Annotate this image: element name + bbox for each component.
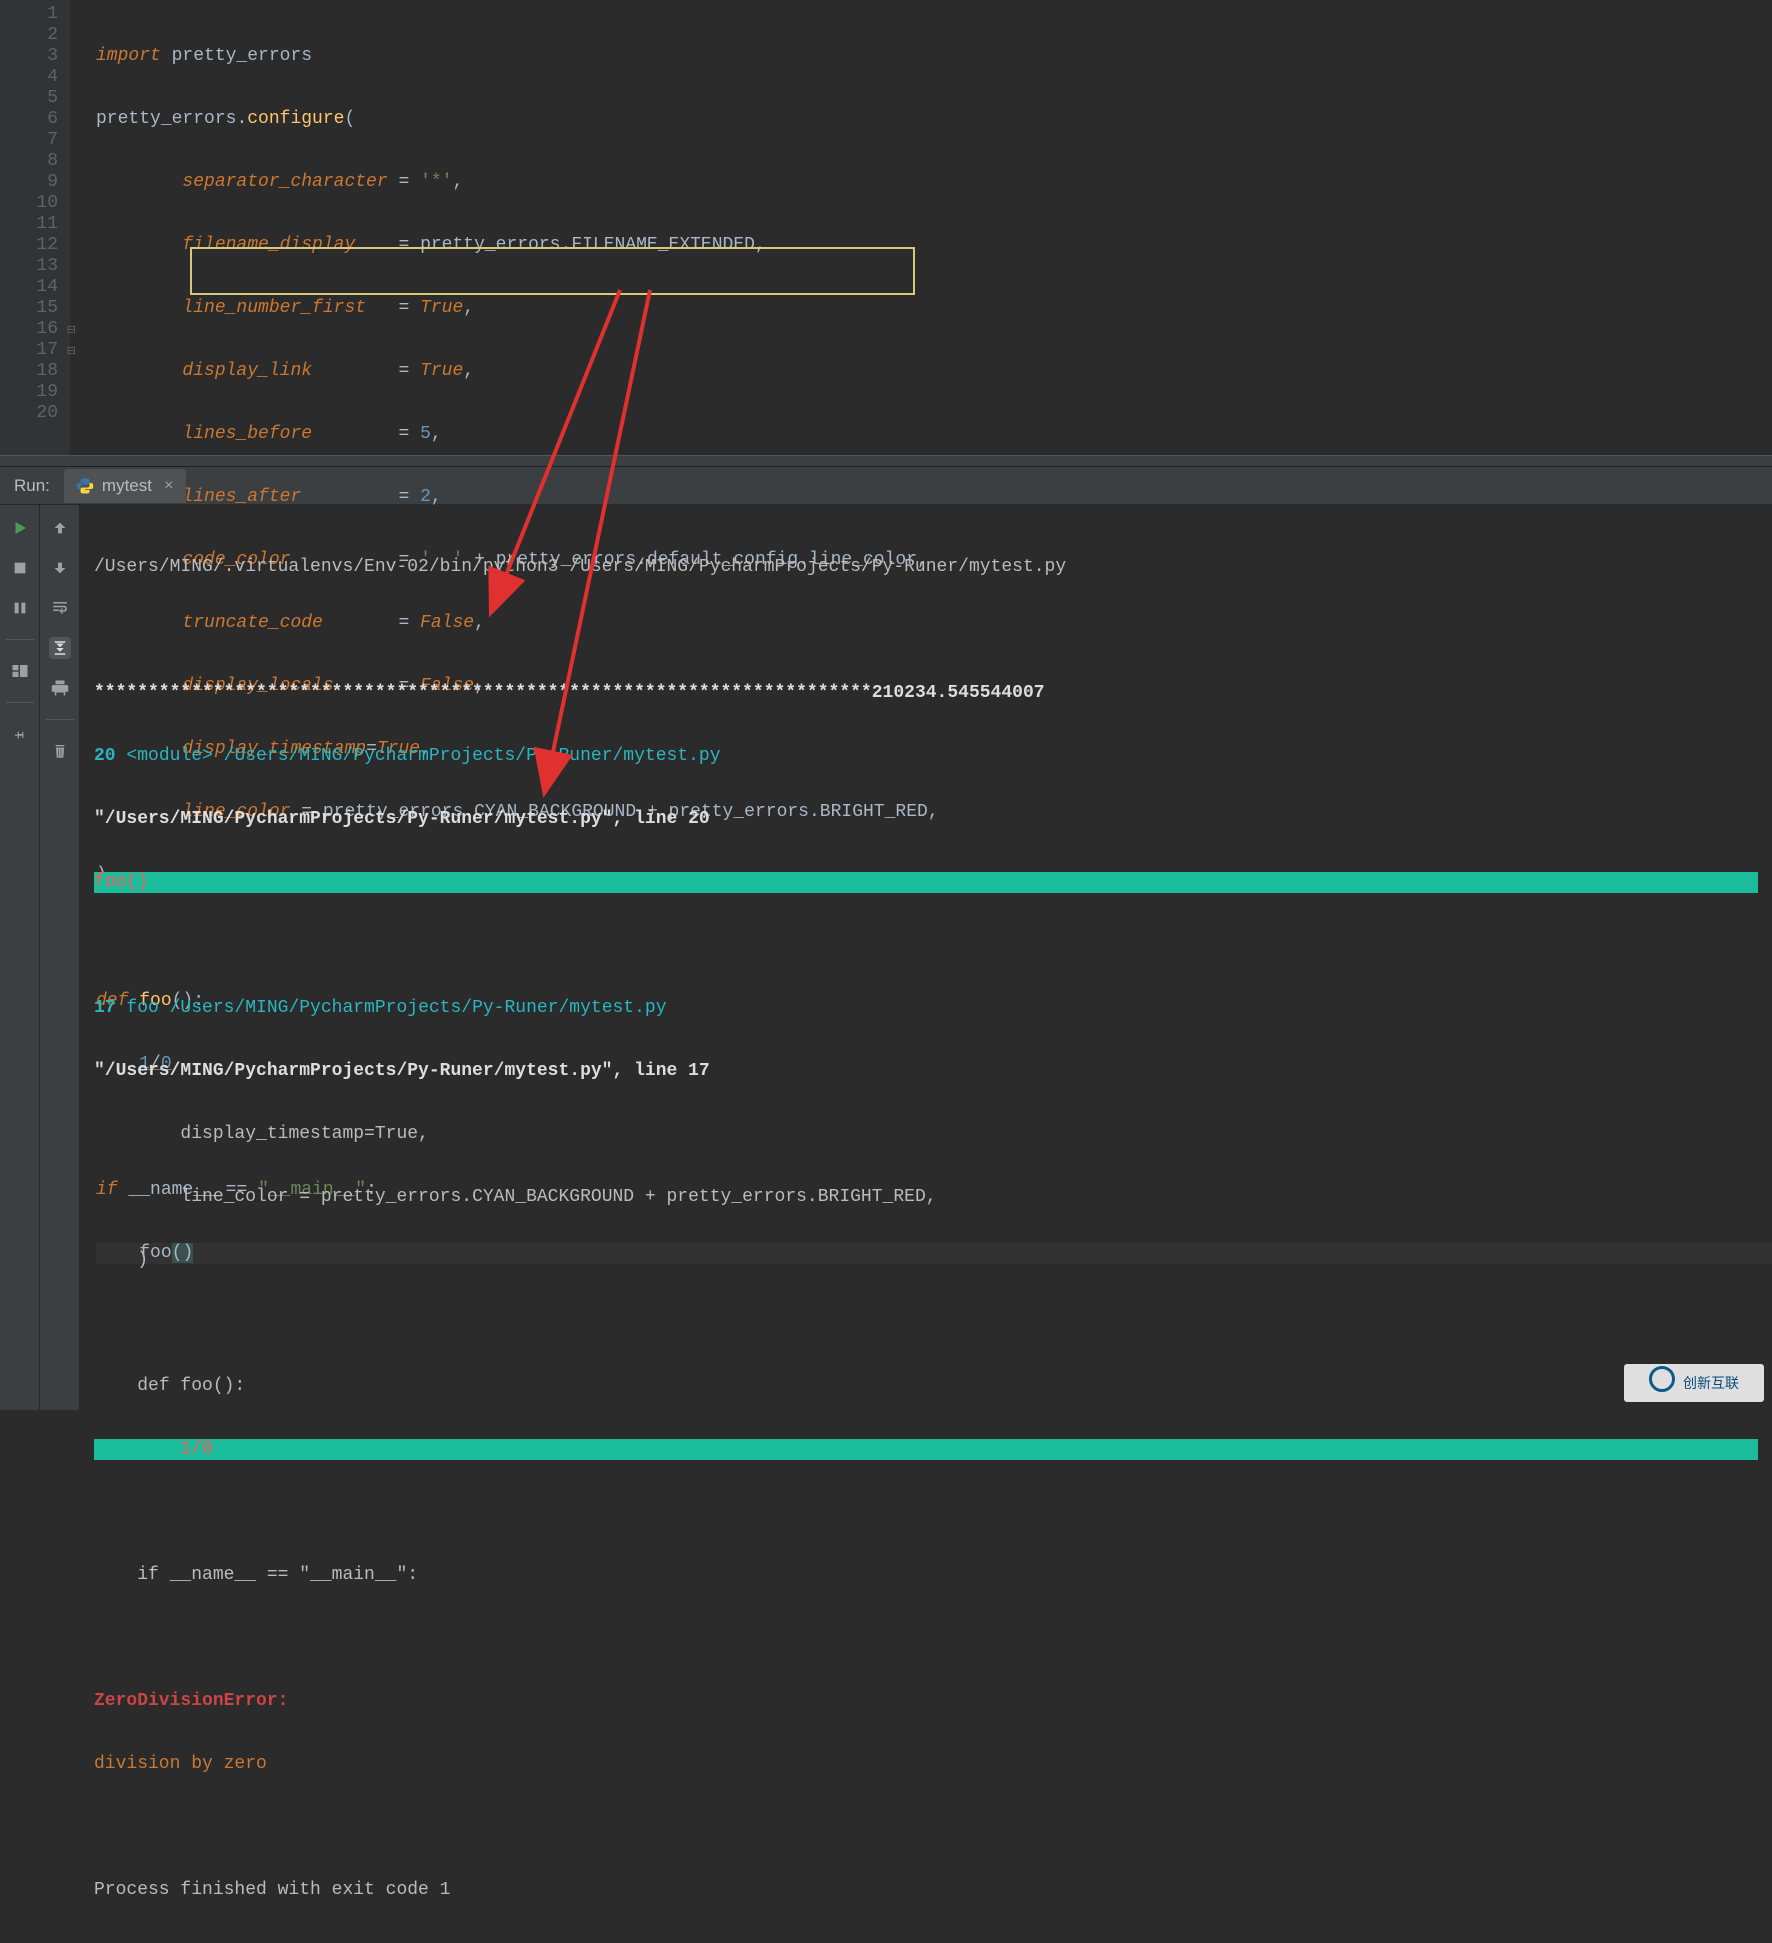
trash-button[interactable] (49, 740, 71, 762)
console-blank (94, 620, 1758, 641)
wrap-text-button[interactable] (49, 597, 71, 619)
line-number: 1 (0, 4, 58, 25)
console-error-message: division by zero (94, 1754, 1758, 1775)
line-number: 12 (0, 235, 58, 256)
line-number: 20 (0, 403, 58, 424)
line-number: 10 (0, 193, 58, 214)
console-line: "/Users/MING/PycharmProjects/Py-Runer/my… (94, 1061, 1758, 1082)
pin-button[interactable] (9, 723, 31, 745)
line-number: 18 (0, 361, 58, 382)
toolbar-separator (6, 702, 34, 703)
line-number: 17⊟ (0, 340, 58, 361)
console-line: 17 foo /Users/MING/PycharmProjects/Py-Ru… (94, 998, 1758, 1019)
console-blank (94, 1313, 1758, 1334)
console-blank (94, 1628, 1758, 1649)
console-exit-line: Process finished with exit code 1 (94, 1880, 1758, 1901)
print-button[interactable] (49, 677, 71, 699)
console-blank (94, 1502, 1758, 1523)
console-line: line_color = pretty_errors.CYAN_BACKGROU… (94, 1187, 1758, 1208)
console-line: def foo(): (94, 1376, 1758, 1397)
console-blank (94, 1817, 1758, 1838)
line-number: 13 (0, 256, 58, 277)
line-number: 6 (0, 109, 58, 130)
toolbar-separator (46, 719, 74, 720)
console-highlighted-line: foo() (94, 872, 1758, 893)
console-line: ****************************************… (94, 683, 1758, 704)
code-editor[interactable]: 1 2 3 4 5 6 7 8 9 10 11 12 13 14 15 16⊟ … (0, 0, 1772, 455)
python-icon (76, 477, 94, 495)
run-toolbar-primary (0, 505, 40, 1410)
line-number: 2 (0, 25, 58, 46)
console-line: if __name__ == "__main__": (94, 1565, 1758, 1586)
console-error-name: ZeroDivisionError: (94, 1691, 1758, 1712)
down-stack-button[interactable] (49, 557, 71, 579)
rerun-button[interactable] (9, 517, 31, 539)
console-line: 20 <module> /Users/MING/PycharmProjects/… (94, 746, 1758, 767)
run-toolbar-secondary (40, 505, 80, 1410)
console-output[interactable]: /Users/MING/.virtualenvs/Env-02/bin/pyth… (80, 505, 1772, 1410)
line-number: ▶19 (0, 382, 58, 403)
scroll-to-end-button[interactable] (49, 637, 71, 659)
pause-button[interactable] (9, 597, 31, 619)
run-panel-body: /Users/MING/.virtualenvs/Env-02/bin/pyth… (0, 505, 1772, 1410)
console-blank (94, 935, 1758, 956)
keyword-import: import (96, 46, 161, 66)
code-content[interactable]: import pretty_errors pretty_errors.confi… (70, 0, 1772, 455)
console-highlighted-line: 1/0 (94, 1439, 1758, 1460)
line-number: 15 (0, 298, 58, 319)
console-line: /Users/MING/.virtualenvs/Env-02/bin/pyth… (94, 557, 1758, 578)
toolbar-separator (6, 639, 34, 640)
line-number-gutter: 1 2 3 4 5 6 7 8 9 10 11 12 13 14 15 16⊟ … (0, 0, 70, 455)
run-tool-window-label: Run: (14, 476, 50, 496)
line-number: 14 (0, 277, 58, 298)
line-number: 5 (0, 88, 58, 109)
stop-button[interactable] (9, 557, 31, 579)
up-stack-button[interactable] (49, 517, 71, 539)
console-line: "/Users/MING/PycharmProjects/Py-Runer/my… (94, 809, 1758, 830)
line-number: 16⊟ (0, 319, 58, 340)
console-line: ) (94, 1250, 1758, 1271)
line-number: 11 (0, 214, 58, 235)
layout-button[interactable] (9, 660, 31, 682)
line-number: 8 (0, 151, 58, 172)
line-number: 3 (0, 46, 58, 67)
line-number: 7 (0, 130, 58, 151)
line-number: 9 (0, 172, 58, 193)
line-number: 4 (0, 67, 58, 88)
console-line: display_timestamp=True, (94, 1124, 1758, 1145)
